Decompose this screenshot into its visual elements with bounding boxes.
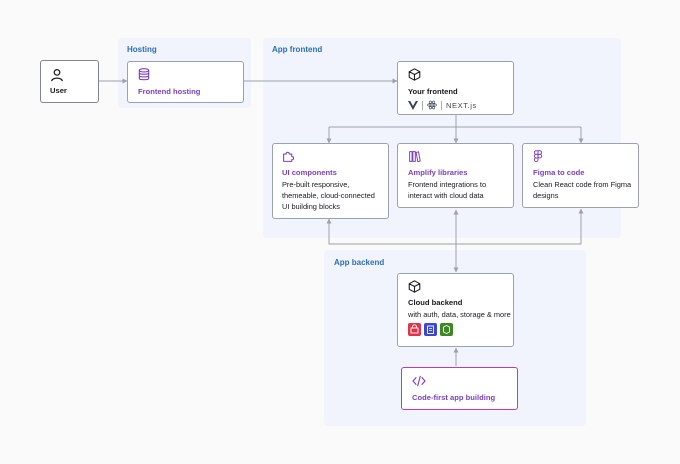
amplify-libraries-node[interactable]: Amplify libraries Frontend integrations … (397, 143, 514, 208)
backend-services (408, 323, 513, 336)
ui-components-node[interactable]: UI components Pre-built responsive, them… (272, 143, 389, 219)
puzzle-icon (283, 151, 295, 162)
amplify-libraries-description: Frontend integrations to interact with c… (408, 180, 487, 200)
figma-to-code-node[interactable]: Figma to code Clean React code from Figm… (522, 143, 639, 208)
user-icon (51, 68, 63, 82)
vue-logo-icon (408, 100, 418, 110)
data-service-icon (424, 323, 437, 336)
nextjs-logo-icon: NEXT.js (446, 100, 477, 110)
ui-components-title: UI components (282, 168, 337, 177)
amplify-libraries-title: Amplify libraries (408, 168, 468, 177)
arrow-backend-to-ui-components (326, 218, 456, 245)
code-first-title: Code-first app building (412, 393, 496, 402)
your-frontend-node[interactable]: Your frontend NEXT.js (397, 61, 514, 115)
frontend-hosting-node[interactable]: Frontend hosting (127, 61, 244, 103)
your-frontend-title: Your frontend (408, 87, 458, 96)
code-icon (412, 375, 426, 387)
connector-layer (99, 78, 584, 366)
user-node[interactable]: User (40, 60, 99, 103)
user-title: User (50, 86, 67, 95)
figma-to-code-title: Figma to code (533, 168, 585, 177)
storage-service-icon (440, 323, 453, 336)
frontend-hosting-title: Frontend hosting (138, 87, 201, 96)
react-logo-icon (427, 100, 437, 110)
code-first-node[interactable]: Code-first app building (401, 367, 518, 410)
cube-icon (408, 280, 421, 293)
figma-icon (533, 150, 543, 162)
database-icon (138, 68, 150, 81)
books-icon (409, 151, 421, 163)
auth-service-icon (408, 323, 421, 336)
framework-logos: NEXT.js (408, 100, 513, 110)
cube-icon (408, 68, 421, 81)
ui-components-description: Pre-built responsive, themeable, cloud-c… (282, 180, 375, 211)
arrow-backend-to-figma (456, 208, 584, 245)
figma-to-code-description: Clean React code from Figma designs (533, 180, 632, 200)
cloud-backend-title: Cloud backend (408, 298, 463, 307)
cloud-backend-description: with auth, data, storage & more (408, 310, 511, 319)
cloud-backend-node[interactable]: Cloud backend with auth, data, storage &… (397, 273, 514, 347)
